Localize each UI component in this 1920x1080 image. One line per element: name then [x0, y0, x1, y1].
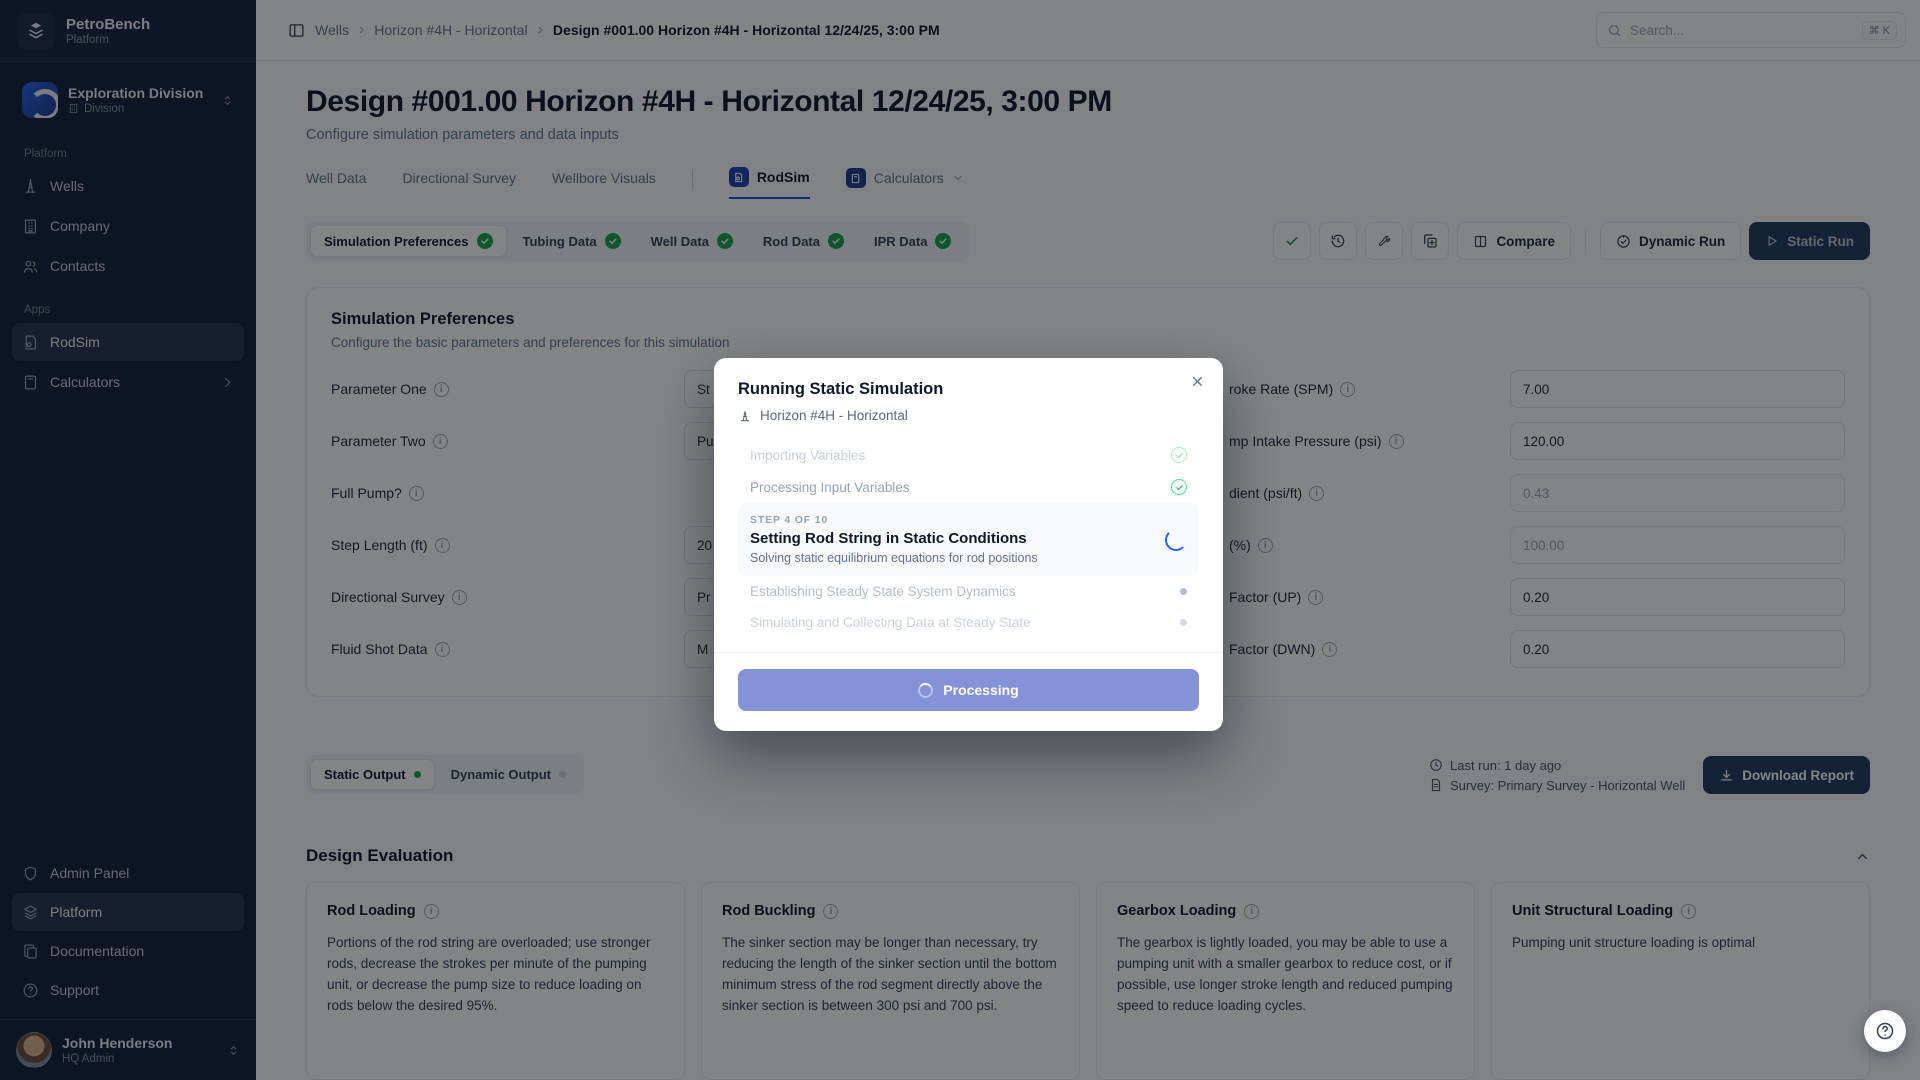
step-processing-input-variables: Processing Input Variables [738, 471, 1199, 503]
modal-footer: Processing [714, 652, 1223, 711]
pending-dot [1180, 588, 1187, 595]
spinner-icon [1165, 529, 1187, 551]
processing-button[interactable]: Processing [738, 669, 1199, 711]
spinner-icon [918, 683, 933, 698]
help-circle-icon [1875, 1021, 1895, 1041]
pending-dot [1180, 619, 1187, 626]
check-circle-icon [1171, 447, 1187, 463]
step-importing-variables: Importing Variables [738, 439, 1199, 471]
current-step-title: Setting Rod String in Static Conditions [750, 530, 1038, 547]
running-simulation-modal: Running Static Simulation Horizon #4H - … [714, 358, 1223, 731]
modal-well: Horizon #4H - Horizontal [738, 408, 1199, 423]
simulation-steps: Importing Variables Processing Input Var… [738, 439, 1199, 638]
step-counter: STEP 4 OF 10 [750, 514, 1038, 526]
derrick-icon [738, 409, 752, 423]
step-establishing-steady-state: Establishing Steady State System Dynamic… [738, 576, 1199, 607]
current-step: STEP 4 OF 10 Setting Rod String in Stati… [738, 503, 1199, 576]
current-step-desc: Solving static equilibrium equations for… [750, 551, 1038, 565]
check-circle-icon [1171, 479, 1187, 495]
help-fab[interactable] [1864, 1010, 1906, 1052]
close-icon[interactable] [1190, 374, 1205, 389]
modal-title: Running Static Simulation [738, 380, 1199, 399]
step-simulating-collecting: Simulating and Collecting Data at Steady… [738, 607, 1199, 638]
